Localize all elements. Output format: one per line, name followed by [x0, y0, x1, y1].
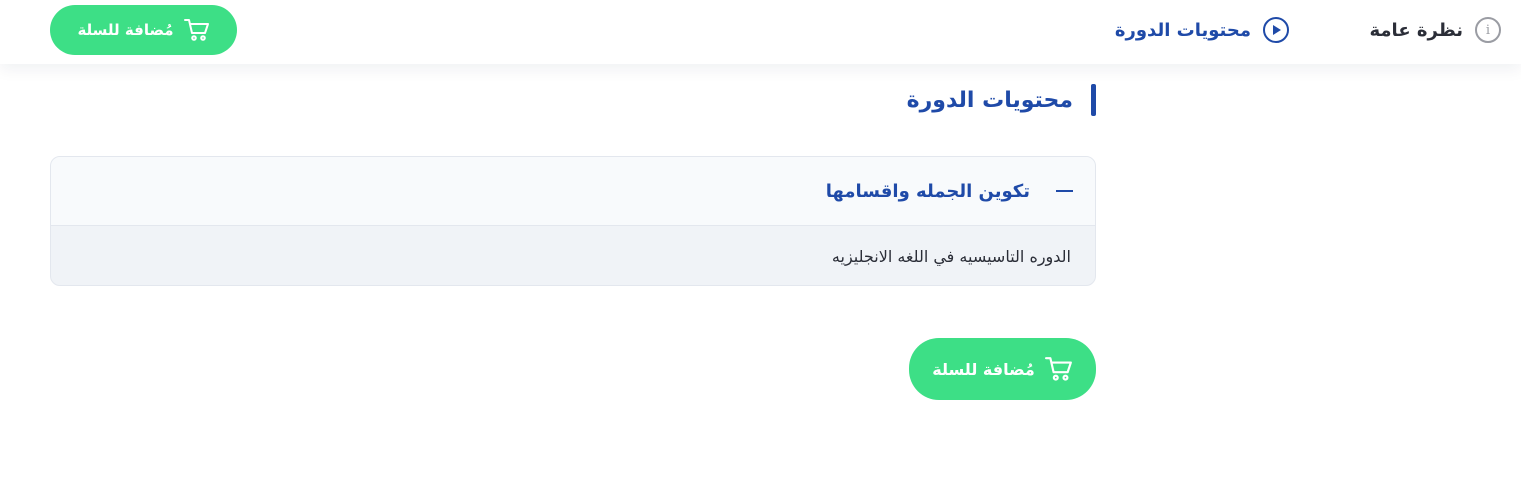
- nav-course-content[interactable]: محتويات الدورة: [1115, 14, 1289, 46]
- accordion-header[interactable]: تكوين الجمله واقسامها: [51, 157, 1095, 226]
- nav-overview[interactable]: i نظرة عامة: [1369, 14, 1501, 46]
- cart-button-label: مُضافة للسلة: [77, 21, 174, 39]
- info-icon: i: [1475, 17, 1501, 43]
- section-title: محتويات الدورة: [907, 84, 1096, 116]
- nav-content-label: محتويات الدورة: [1114, 19, 1251, 41]
- added-to-cart-button-top[interactable]: مُضافة للسلة: [50, 5, 237, 55]
- section-title-text: محتويات الدورة: [906, 87, 1073, 113]
- title-accent-bar: [1091, 84, 1096, 116]
- cart-button-label: مُضافة للسلة: [932, 359, 1035, 379]
- accordion-title: تكوين الجمله واقسامها: [825, 180, 1030, 202]
- cart-icon: [1044, 356, 1073, 382]
- play-circle-icon: [1263, 17, 1289, 43]
- added-to-cart-button-bottom[interactable]: مُضافة للسلة: [909, 338, 1096, 400]
- lesson-title: الدوره التاسيسيه في اللغه الانجليزيه: [831, 246, 1071, 266]
- course-accordion: تكوين الجمله واقسامها الدوره التاسيسيه ف…: [50, 156, 1096, 286]
- nav-overview-label: نظرة عامة: [1369, 19, 1464, 41]
- cart-icon: [183, 18, 210, 42]
- top-navigation-bar: i نظرة عامة محتويات الدورة مُضافة للسلة: [0, 0, 1521, 64]
- lesson-item[interactable]: الدوره التاسيسيه في اللغه الانجليزيه: [51, 226, 1095, 285]
- minus-icon[interactable]: [1056, 190, 1073, 192]
